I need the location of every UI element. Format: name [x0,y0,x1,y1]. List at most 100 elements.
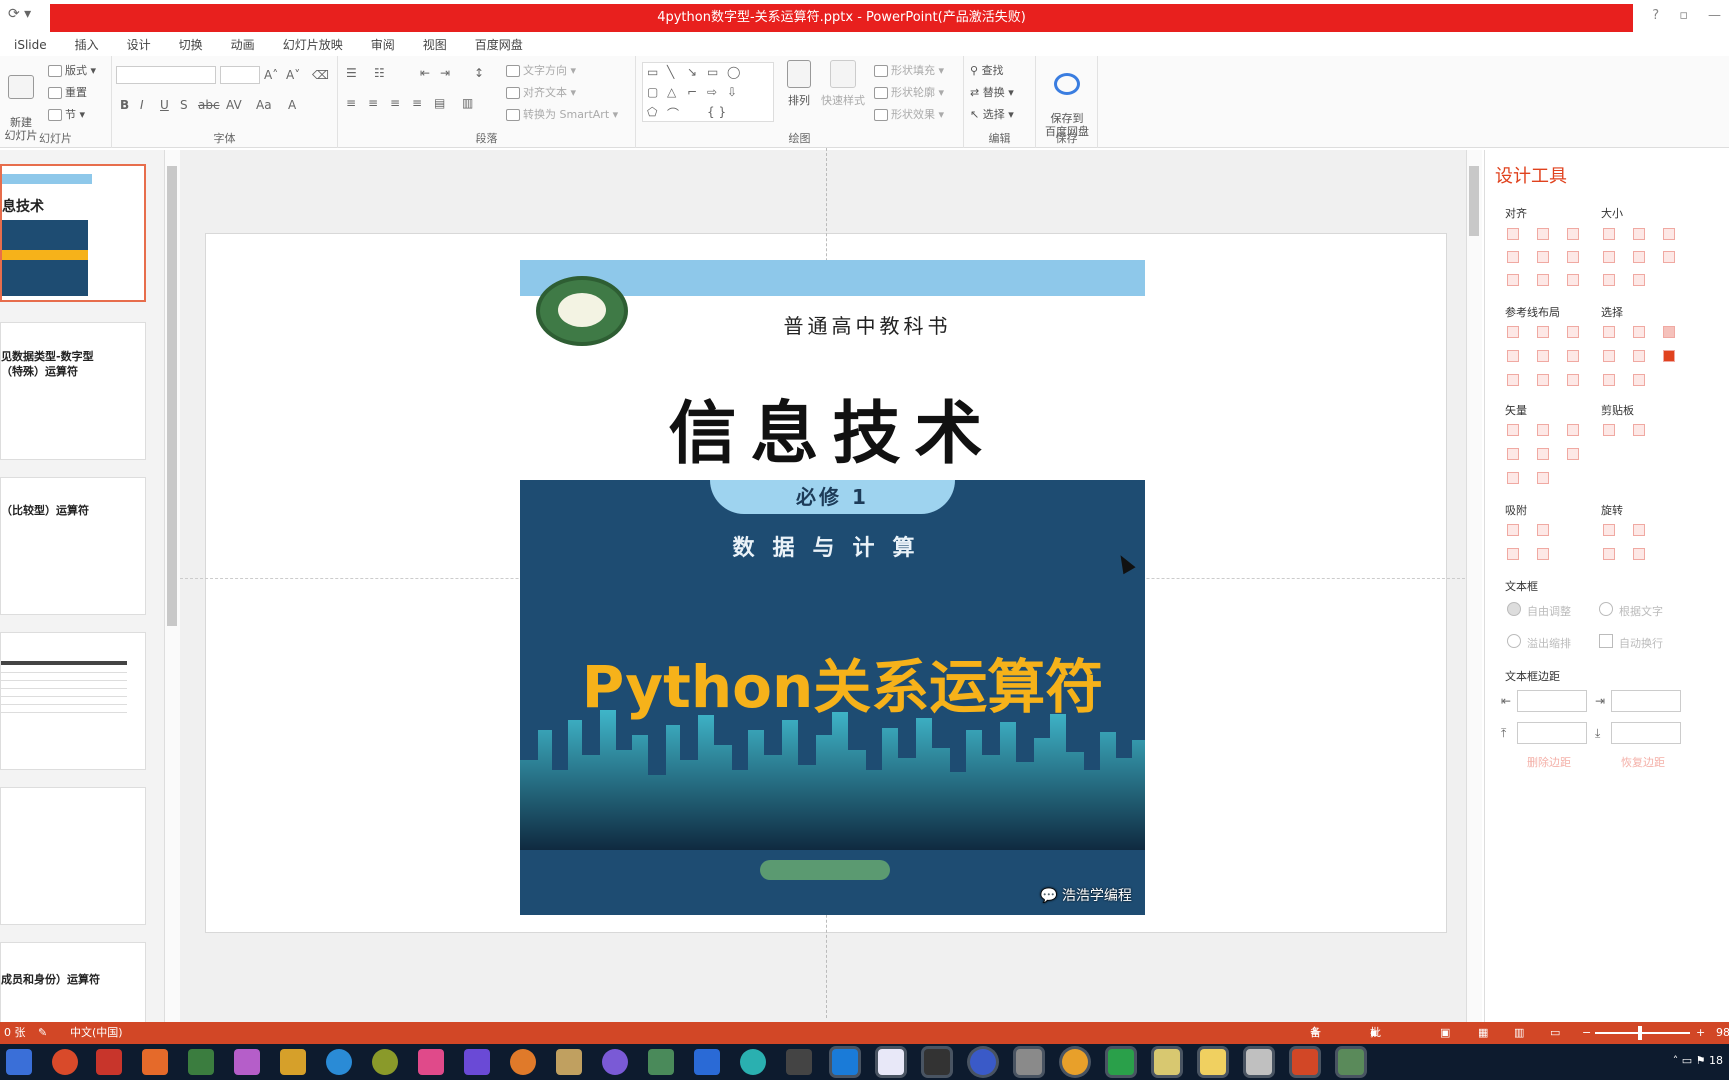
vector-union-icon[interactable] [1507,424,1519,436]
guide-center-icon[interactable] [1537,326,1549,338]
tab-view[interactable]: 视图 [409,34,461,56]
select-magic-icon[interactable] [1663,326,1675,338]
start-icon[interactable] [6,1049,32,1075]
slide-thumbnail-6[interactable]: 成员和身份）运算符 [0,942,146,1022]
arrow-shape-icon[interactable]: ↘ [687,65,697,79]
elbow-connector-icon[interactable]: ⌐ [687,85,697,99]
font-family-select[interactable] [116,66,216,84]
align-right-icon[interactable]: ≡ [390,96,400,110]
rect-shape-icon[interactable]: ▭ [707,65,718,79]
shapes-gallery[interactable]: ▭ ╲ ↘ ▭ ◯ ▢ △ ⌐ ⇨ ⇩ ⬠ ⌒ { } [642,62,774,122]
fit-width-tool-icon[interactable] [1603,274,1615,286]
snap-right-icon[interactable] [1537,548,1549,560]
taskbar-app-icon-27[interactable] [1246,1049,1272,1075]
shadow-icon[interactable]: S [180,98,188,112]
taskbar-app-icon-13[interactable] [602,1049,628,1075]
taskbar-app-icon-10[interactable] [464,1049,490,1075]
guide-margin-icon[interactable] [1537,374,1549,386]
taskbar-app-icon-19[interactable] [878,1049,904,1075]
tray-chevron-icon[interactable]: ˄ [1673,1054,1682,1067]
vector-edit-icon[interactable] [1567,448,1579,460]
guide-clear-icon[interactable] [1567,374,1579,386]
strikethrough-icon[interactable]: abc [198,98,220,112]
taskbar-app-icon-22[interactable] [1016,1049,1042,1075]
align-right-tool-icon[interactable] [1567,228,1579,240]
char-spacing-icon[interactable]: AV [226,98,242,112]
taskbar-app-icon-5[interactable] [234,1049,260,1075]
vector-subtract-icon[interactable] [1537,448,1549,460]
zoom-slider[interactable] [1595,1032,1690,1034]
taskbar-wechat-icon[interactable] [1108,1049,1134,1075]
overflow-radio[interactable] [1507,634,1521,648]
guide-right-icon[interactable] [1567,326,1579,338]
taskbar-app-icon-4[interactable] [188,1049,214,1075]
rounded-rect-shape-icon[interactable]: ▢ [647,85,658,99]
shrink-font-icon[interactable]: A˅ [286,68,300,82]
arrange-button[interactable]: 排列 [782,60,816,108]
tab-animations[interactable]: 动画 [217,34,269,56]
fit-text-radio[interactable] [1599,602,1613,616]
delete-margin-link[interactable]: 删除边距 [1527,754,1571,770]
margin-right-input[interactable] [1611,690,1681,712]
reading-view-icon[interactable]: ▥ [1514,1022,1524,1044]
increase-indent-icon[interactable]: ⇥ [440,66,450,80]
spellcheck-icon[interactable]: ✎ [38,1022,47,1044]
triangle-shape-icon[interactable]: △ [667,85,676,99]
align-center-icon[interactable]: ≡ [368,96,378,110]
system-tray[interactable]: ˄ ▭ ⚑ 18 [1673,1054,1723,1067]
align-left-tool-icon[interactable] [1507,228,1519,240]
justify-icon[interactable]: ≡ [412,96,422,110]
font-color-icon[interactable]: A [288,98,296,112]
slide-thumbnail-5[interactable] [0,787,146,925]
rotate-left-icon[interactable] [1603,524,1615,536]
bullets-icon[interactable]: ☰ [346,66,357,80]
select-group-icon[interactable] [1633,350,1645,362]
align-center-tool-icon[interactable] [1537,228,1549,240]
select-button[interactable]: ↖ 选择 ▾ [970,106,1014,122]
same-size-tool-icon[interactable] [1663,228,1675,240]
taskbar-app-icon-11[interactable] [510,1049,536,1075]
network-icon[interactable]: ▭ [1682,1054,1696,1067]
taskbar-app-icon-6[interactable] [280,1049,306,1075]
clock[interactable]: 18 [1709,1054,1723,1067]
slide-thumbnail-1[interactable]: 息技术 [0,164,146,302]
language-indicator[interactable]: 中文(中国) [70,1022,123,1044]
align-top-tool-icon[interactable] [1507,251,1519,263]
minimize-button[interactable]: — [1708,8,1721,23]
taskbar-folder-icon[interactable] [1200,1049,1226,1075]
snap-bottom-icon[interactable] [1537,524,1549,536]
align-text-button[interactable]: 对齐文本 ▾ [506,84,576,100]
normal-view-icon[interactable]: ▣ [1440,1022,1450,1044]
underline-icon[interactable]: U [160,98,169,112]
decrease-indent-icon[interactable]: ⇤ [420,66,430,80]
guide-grid-icon[interactable] [1507,374,1519,386]
textbox-shape-icon[interactable]: ▭ [647,65,658,79]
taskbar-chrome-icon[interactable] [1062,1049,1088,1075]
tab-transitions[interactable]: 切换 [165,34,217,56]
restore-margin-link[interactable]: 恢复边距 [1621,754,1665,770]
guide-top-icon[interactable] [1507,350,1519,362]
thumbnail-scrollbar[interactable] [164,150,180,1022]
quick-access-toolbar[interactable]: ⟳ ▾ [8,6,31,22]
tab-design[interactable]: 设计 [113,34,165,56]
taskbar-app-icon-21[interactable] [970,1049,996,1075]
freeform-shape-icon[interactable]: ⬠ [647,105,657,119]
same-height-tool-icon[interactable] [1633,228,1645,240]
taskbar-app-icon-29[interactable] [1338,1049,1364,1075]
guide-left-icon[interactable] [1507,326,1519,338]
select-similar-icon[interactable] [1633,326,1645,338]
align-middle-tool-icon[interactable] [1537,251,1549,263]
reset-button[interactable]: 重置 [48,84,87,100]
brace-shape-icon[interactable]: { } [707,105,726,119]
flag-icon[interactable]: ⚑ [1696,1054,1709,1067]
change-case-icon[interactable]: Aa [256,98,272,112]
guide-middle-icon[interactable] [1537,350,1549,362]
align-grid-tool-icon[interactable] [1567,274,1579,286]
height-tool-icon[interactable] [1633,251,1645,263]
snap-top-icon[interactable] [1507,524,1519,536]
shape-fill-button[interactable]: 形状填充 ▾ [874,62,944,78]
zoom-slider-handle[interactable] [1638,1026,1642,1040]
down-arrow-shape-icon[interactable]: ⇩ [727,85,737,99]
same-width-tool-icon[interactable] [1603,228,1615,240]
columns-icon[interactable]: ▥ [462,96,473,110]
